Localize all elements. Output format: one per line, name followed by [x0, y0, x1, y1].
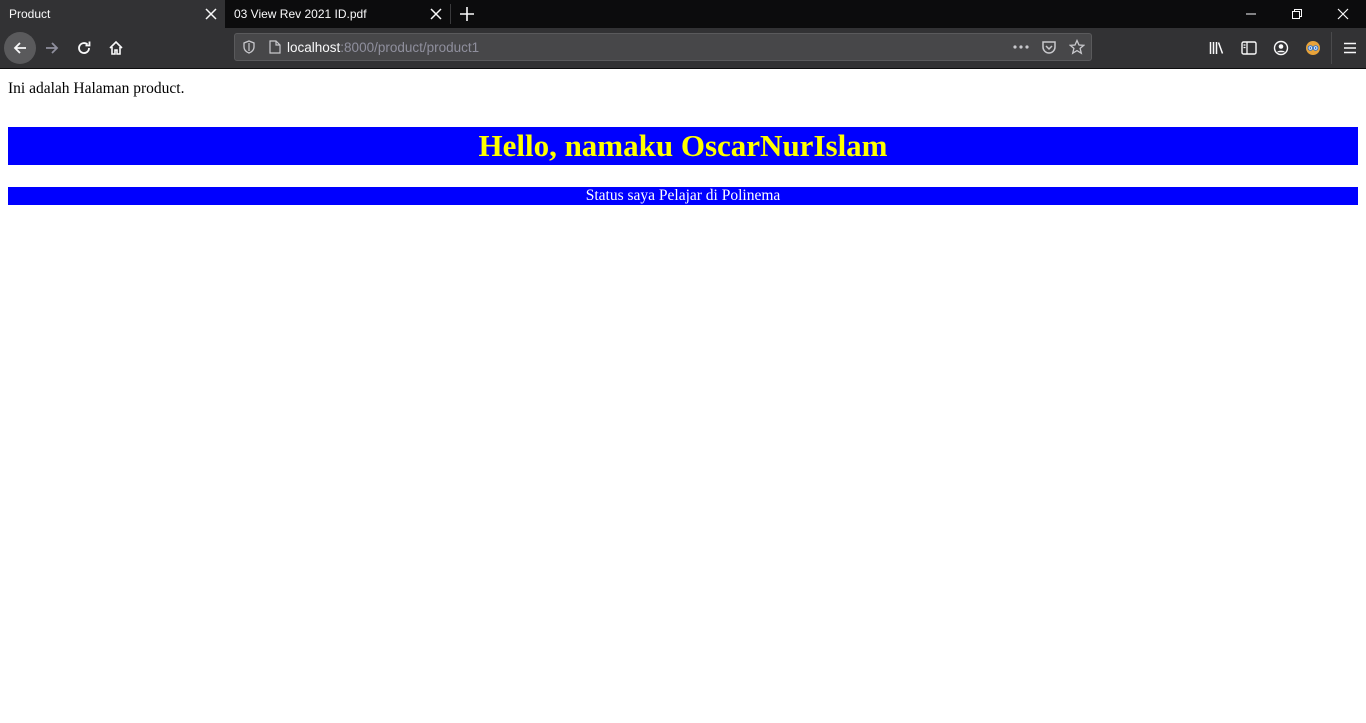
- toolbar-separator: [1331, 32, 1332, 64]
- close-tab-icon[interactable]: [197, 0, 225, 28]
- minimize-icon: [1246, 13, 1256, 15]
- arrow-right-icon: [46, 42, 59, 54]
- navigation-toolbar: localhost:8000/product/product1: [0, 28, 1366, 69]
- pocket-button[interactable]: [1035, 34, 1063, 60]
- back-button[interactable]: [4, 32, 36, 64]
- reload-icon: [78, 41, 91, 54]
- url-text: localhost:8000/product/product1: [287, 40, 479, 55]
- home-button[interactable]: [100, 32, 132, 64]
- close-tab-icon[interactable]: [422, 0, 450, 28]
- url-actions: [1007, 34, 1091, 60]
- library-icon: [1209, 42, 1224, 54]
- menu-button[interactable]: [1334, 32, 1366, 64]
- home-icon: [109, 40, 123, 55]
- account-icon: [1273, 40, 1289, 56]
- more-horizontal-icon: [1013, 45, 1029, 49]
- tab-bar: Product 03 View Rev 2021 ID.pdf: [0, 0, 1366, 28]
- minimize-button[interactable]: [1228, 0, 1274, 28]
- url-path: :8000/product/product1: [340, 39, 480, 55]
- plus-icon: [460, 7, 474, 21]
- url-host: localhost: [287, 39, 341, 55]
- sidebar-button[interactable]: [1233, 32, 1265, 64]
- restore-icon: [1292, 9, 1302, 19]
- close-icon: [1337, 8, 1349, 20]
- toolbar-right: [1201, 32, 1366, 64]
- restore-button[interactable]: [1274, 0, 1320, 28]
- tab-pdf[interactable]: 03 View Rev 2021 ID.pdf: [225, 0, 450, 28]
- new-tab-button[interactable]: [451, 0, 483, 28]
- forward-button[interactable]: [36, 32, 68, 64]
- window-controls: [1228, 0, 1366, 28]
- page-icon[interactable]: [263, 40, 287, 54]
- library-button[interactable]: [1201, 32, 1233, 64]
- address-bar[interactable]: localhost:8000/product/product1: [234, 33, 1092, 61]
- intro-text: Ini adalah Halaman product.: [8, 80, 185, 97]
- tab-product[interactable]: Product: [0, 0, 225, 28]
- star-icon: [1069, 39, 1085, 55]
- page-content: Ini adalah Halaman product. Hello, namak…: [0, 69, 1366, 213]
- extension-icon: [1306, 41, 1320, 55]
- page-actions-button[interactable]: [1007, 34, 1035, 60]
- pocket-icon: [1042, 40, 1056, 54]
- reload-button[interactable]: [68, 32, 100, 64]
- bookmark-button[interactable]: [1063, 34, 1091, 60]
- close-window-button[interactable]: [1320, 0, 1366, 28]
- extension-button[interactable]: [1297, 32, 1329, 64]
- sidebar-icon: [1241, 41, 1257, 55]
- arrow-left-icon: [13, 42, 26, 54]
- greeting-heading: Hello, namaku OscarNurIslam: [8, 127, 1358, 165]
- shield-icon[interactable]: [235, 40, 263, 54]
- status-banner: Status saya Pelajar di Polinema: [8, 187, 1358, 205]
- account-button[interactable]: [1265, 32, 1297, 64]
- tab-title: Product: [9, 7, 51, 21]
- tab-title: 03 View Rev 2021 ID.pdf: [234, 7, 367, 21]
- hamburger-menu-icon: [1344, 42, 1356, 54]
